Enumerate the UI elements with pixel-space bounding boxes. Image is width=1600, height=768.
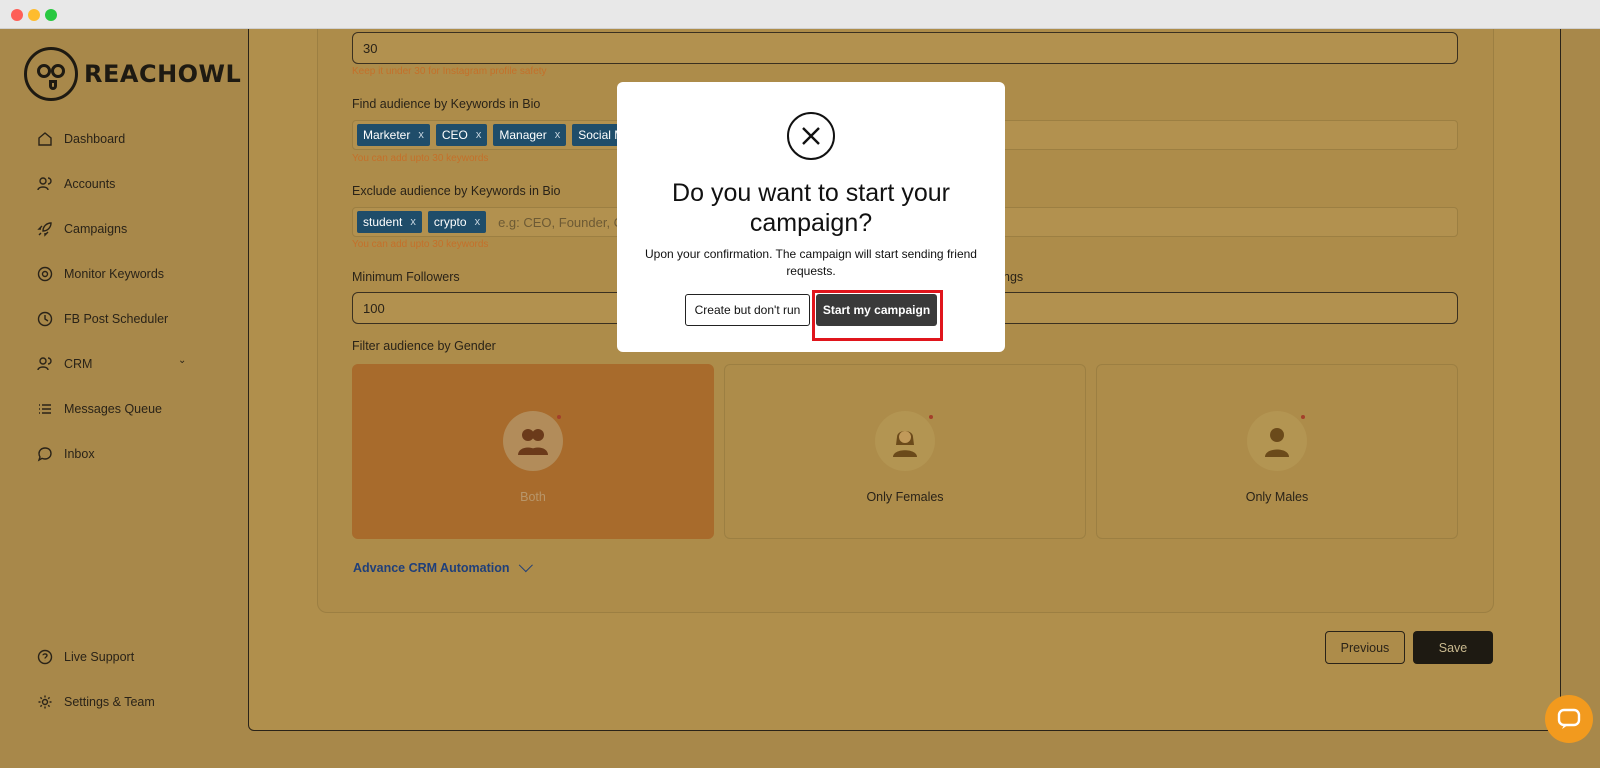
chevron-down-icon[interactable]: ⌄ bbox=[178, 355, 186, 366]
keyword-tag[interactable]: CEO x bbox=[435, 124, 488, 146]
sidebar-item-messages-queue[interactable]: Messages Queue bbox=[36, 397, 162, 421]
home-icon bbox=[36, 130, 54, 148]
exclude-keywords-helper: You can add upto 30 keywords bbox=[352, 239, 489, 250]
daily-limit-helper: Keep it under 30 for Instagram profile s… bbox=[352, 66, 547, 77]
remove-tag-icon[interactable]: x bbox=[476, 129, 482, 141]
sidebar-item-label: Accounts bbox=[64, 177, 116, 191]
gender-option-label: Both bbox=[520, 490, 546, 504]
female-icon bbox=[875, 411, 935, 471]
keyword-tag[interactable]: student x bbox=[357, 211, 422, 233]
sidebar: REACHOWL Dashboard Accounts Campaigns Mo… bbox=[0, 29, 241, 768]
exclude-keywords-label: Exclude audience by Keywords in Bio bbox=[352, 184, 561, 198]
keyword-tag[interactable]: Marketer x bbox=[357, 124, 430, 146]
brand-name: REACHOWL bbox=[84, 60, 242, 88]
sidebar-item-label: FB Post Scheduler bbox=[64, 312, 169, 326]
start-campaign-button[interactable]: Start my campaign bbox=[816, 294, 937, 326]
both-genders-icon bbox=[503, 411, 563, 471]
status-dot bbox=[929, 415, 933, 419]
sidebar-item-label: Monitor Keywords bbox=[64, 267, 165, 281]
second-field-label: ngs bbox=[1003, 270, 1024, 284]
close-window-button[interactable] bbox=[11, 9, 23, 21]
remove-tag-icon[interactable]: x bbox=[555, 129, 561, 141]
remove-tag-icon[interactable]: x bbox=[410, 216, 416, 228]
owl-logo-icon bbox=[24, 47, 78, 101]
modal-body: Upon your confirmation. The campaign wil… bbox=[645, 247, 977, 278]
sidebar-item-label: CRM bbox=[64, 357, 93, 371]
sidebar-item-monitor-keywords[interactable]: Monitor Keywords bbox=[36, 262, 164, 286]
male-icon bbox=[1247, 411, 1307, 471]
list-icon bbox=[36, 400, 54, 418]
keyword-tag[interactable]: Manager x bbox=[493, 124, 567, 146]
sidebar-item-label: Dashboard bbox=[64, 132, 126, 146]
sidebar-item-label: Campaigns bbox=[64, 222, 128, 236]
daily-limit-input[interactable]: 30 bbox=[352, 32, 1458, 64]
gender-option-label: Only Males bbox=[1245, 490, 1309, 504]
sidebar-item-settings-team[interactable]: Settings & Team bbox=[36, 690, 155, 714]
gear-icon bbox=[36, 693, 54, 711]
gender-option-both[interactable]: Both bbox=[352, 364, 714, 539]
keyword-tag[interactable]: crypto x bbox=[427, 211, 487, 233]
sidebar-item-live-support[interactable]: Live Support bbox=[36, 645, 134, 669]
include-keywords-label: Find audience by Keywords in Bio bbox=[352, 97, 541, 111]
gender-option-females[interactable]: Only Females bbox=[724, 364, 1086, 539]
modal-title: Do you want to start your campaign? bbox=[672, 179, 950, 237]
sidebar-item-accounts[interactable]: Accounts bbox=[36, 172, 115, 196]
sidebar-item-inbox[interactable]: Inbox bbox=[36, 442, 95, 466]
close-circle-icon bbox=[787, 112, 835, 160]
remove-tag-icon[interactable]: x bbox=[475, 216, 481, 228]
rocket-icon bbox=[36, 220, 54, 238]
sidebar-item-campaigns[interactable]: Campaigns bbox=[36, 217, 127, 241]
brand-logo[interactable]: REACHOWL bbox=[24, 47, 241, 101]
users-icon bbox=[36, 175, 54, 193]
gender-option-label: Only Females bbox=[866, 490, 944, 504]
users-icon bbox=[36, 355, 54, 373]
chat-bubble-icon bbox=[1557, 708, 1581, 729]
maximize-window-button[interactable] bbox=[45, 9, 57, 21]
min-followers-label: Minimum Followers bbox=[352, 270, 460, 284]
status-dot bbox=[557, 415, 561, 419]
sidebar-item-label: Live Support bbox=[64, 650, 135, 664]
remove-tag-icon[interactable]: x bbox=[418, 129, 424, 141]
exclude-keywords-placeholder: e.g: CEO, Founder, Co bbox=[498, 214, 631, 230]
sidebar-item-label: Messages Queue bbox=[64, 402, 162, 416]
sidebar-item-fb-post-scheduler[interactable]: FB Post Scheduler bbox=[36, 307, 168, 331]
live-chat-button[interactable] bbox=[1545, 695, 1593, 743]
minimize-window-button[interactable] bbox=[28, 9, 40, 21]
save-button[interactable]: Save bbox=[1413, 631, 1493, 664]
sidebar-item-label: Settings & Team bbox=[64, 695, 155, 709]
confirm-campaign-modal: Do you want to start your campaign? Upon… bbox=[617, 82, 1005, 352]
help-icon bbox=[36, 648, 54, 666]
gender-filter-label: Filter audience by Gender bbox=[352, 339, 496, 353]
sidebar-item-crm[interactable]: CRM ⌄ bbox=[36, 352, 196, 376]
include-keywords-helper: You can add upto 30 keywords bbox=[352, 153, 489, 164]
window-titlebar bbox=[0, 0, 1600, 29]
sidebar-item-label: Inbox bbox=[64, 447, 95, 461]
clock-icon bbox=[36, 310, 54, 328]
chat-icon bbox=[36, 445, 54, 463]
status-dot bbox=[1301, 415, 1305, 419]
advance-crm-automation-link[interactable]: Advance CRM Automation bbox=[353, 558, 533, 575]
previous-button[interactable]: Previous bbox=[1325, 631, 1405, 664]
create-without-running-button[interactable]: Create but don't run bbox=[685, 294, 810, 326]
app-root: REACHOWL Dashboard Accounts Campaigns Mo… bbox=[0, 29, 1600, 768]
sidebar-item-dashboard[interactable]: Dashboard bbox=[36, 127, 125, 151]
gender-option-males[interactable]: Only Males bbox=[1096, 364, 1458, 539]
at-icon bbox=[36, 265, 54, 283]
